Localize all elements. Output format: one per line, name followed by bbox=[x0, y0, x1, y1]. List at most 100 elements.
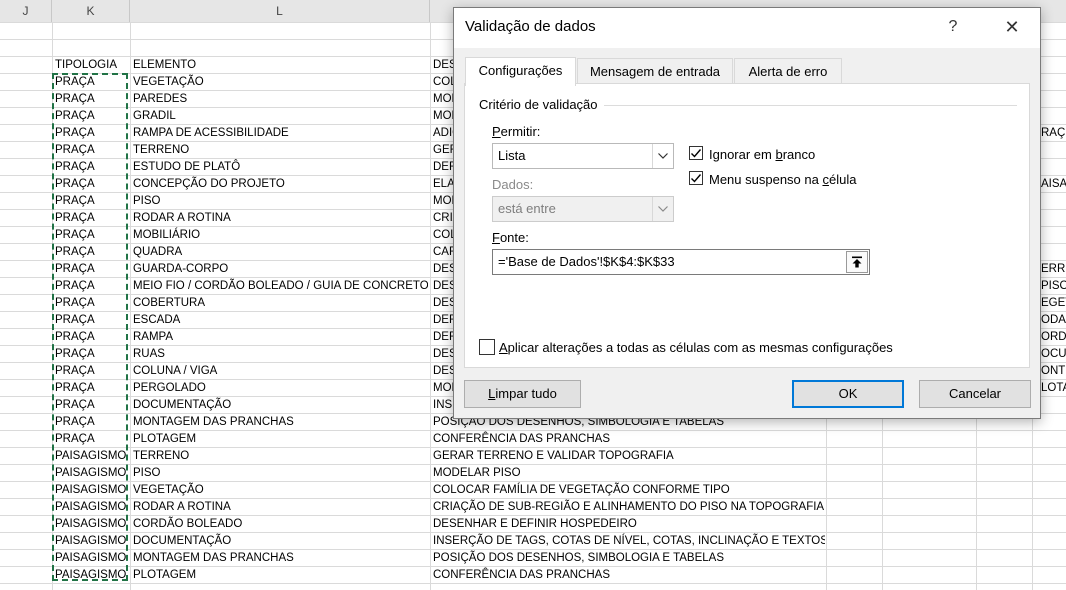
cell-elemento[interactable]: GUARDA-CORPO bbox=[133, 261, 428, 278]
cell-tipologia[interactable]: PRAÇA bbox=[55, 295, 129, 312]
cell-elemento[interactable]: RAMPA DE ACESSIBILIDADE bbox=[133, 125, 428, 142]
cell-elemento[interactable]: VEGETAÇÃO bbox=[133, 74, 428, 91]
cell-elemento[interactable]: RODAR A ROTINA bbox=[133, 499, 428, 516]
cell-tipologia[interactable]: PAISAGISMO bbox=[55, 567, 129, 584]
cell-elemento[interactable]: PISO bbox=[133, 193, 428, 210]
cell-elemento[interactable]: CORDÃO BOLEADO bbox=[133, 516, 428, 533]
cell-tipologia[interactable]: PRAÇA bbox=[55, 431, 129, 448]
cancel-button[interactable]: Cancelar bbox=[919, 380, 1031, 408]
cell-tipologia[interactable]: PRAÇA bbox=[55, 159, 129, 176]
close-button[interactable]: ✕ bbox=[989, 10, 1035, 44]
header-cell-tipologia[interactable]: TIPOLOGIA bbox=[55, 57, 129, 74]
cell-fragment[interactable]: RAÇ bbox=[1041, 125, 1066, 142]
cell-tipologia[interactable]: PRAÇA bbox=[55, 397, 129, 414]
cell-elemento[interactable]: COBERTURA bbox=[133, 295, 428, 312]
in-cell-dropdown-checkbox[interactable] bbox=[689, 171, 703, 185]
cell-fragment[interactable]: ERRE bbox=[1041, 261, 1066, 278]
cell-tipologia[interactable]: PAISAGISMO bbox=[55, 533, 129, 550]
cell-elemento[interactable]: PLOTAGEM bbox=[133, 431, 428, 448]
cell-elemento[interactable]: MEIO FIO / CORDÃO BOLEADO / GUIA DE CONC… bbox=[133, 278, 428, 295]
cell-elemento[interactable]: PISO bbox=[133, 465, 428, 482]
cell-tipologia[interactable]: PRAÇA bbox=[55, 91, 129, 108]
apply-all-label[interactable]: Aplicar alterações a todas as células co… bbox=[499, 340, 893, 355]
cell-tipologia[interactable]: PRAÇA bbox=[55, 142, 129, 159]
cell-elemento[interactable]: MONTAGEM DAS PRANCHAS bbox=[133, 414, 428, 431]
allow-dropdown[interactable]: Lista bbox=[492, 143, 674, 169]
cell-descricao[interactable]: CONFERÊNCIA DAS PRANCHAS bbox=[433, 567, 825, 584]
ok-button[interactable]: OK bbox=[792, 380, 904, 408]
ignore-blank-label[interactable]: Ignorar em branco bbox=[709, 147, 815, 162]
source-input[interactable]: ='Base de Dados'!$K$4:$K$33 bbox=[492, 249, 870, 275]
cell-descricao[interactable]: CONFERÊNCIA DAS PRANCHAS bbox=[433, 431, 825, 448]
apply-all-checkbox[interactable] bbox=[479, 339, 495, 355]
cell-tipologia[interactable]: PAISAGISMO bbox=[55, 550, 129, 567]
cell-descricao[interactable]: INSERÇÃO DE TAGS, COTAS DE NÍVEL, COTAS,… bbox=[433, 533, 825, 550]
cell-descricao[interactable]: DESENHAR E DEFINIR HOSPEDEIRO bbox=[433, 516, 825, 533]
cell-elemento[interactable]: VEGETAÇÃO bbox=[133, 482, 428, 499]
cell-elemento[interactable]: DOCUMENTAÇÃO bbox=[133, 533, 428, 550]
in-cell-dropdown-label[interactable]: Menu suspenso na célula bbox=[709, 172, 856, 187]
cell-tipologia[interactable]: PAISAGISMO bbox=[55, 465, 129, 482]
cell-fragment[interactable]: LOTA bbox=[1041, 380, 1066, 397]
cell-tipologia[interactable]: PRAÇA bbox=[55, 125, 129, 142]
cell-elemento[interactable]: MONTAGEM DAS PRANCHAS bbox=[133, 550, 428, 567]
cell-fragment[interactable]: ORD bbox=[1041, 329, 1066, 346]
cell-tipologia[interactable]: PAISAGISMO bbox=[55, 482, 129, 499]
tab-configuracoes[interactable]: Configurações bbox=[465, 57, 576, 86]
column-header-l[interactable]: L bbox=[130, 0, 430, 22]
cell-elemento[interactable]: MOBILIÁRIO bbox=[133, 227, 428, 244]
cell-elemento[interactable]: TERRENO bbox=[133, 142, 428, 159]
cell-elemento[interactable]: PLOTAGEM bbox=[133, 567, 428, 584]
cell-tipologia[interactable]: PAISAGISMO bbox=[55, 499, 129, 516]
cell-descricao[interactable]: GERAR TERRENO E VALIDAR TOPOGRAFIA bbox=[433, 448, 825, 465]
cell-tipologia[interactable]: PRAÇA bbox=[55, 312, 129, 329]
collapse-dialog-button[interactable] bbox=[846, 251, 868, 273]
cell-tipologia[interactable]: PRAÇA bbox=[55, 193, 129, 210]
cell-descricao[interactable]: CRIAÇÃO DE SUB-REGIÃO E ALINHAMENTO DO P… bbox=[433, 499, 825, 516]
tab-mensagem-de-entrada[interactable]: Mensagem de entrada bbox=[577, 58, 733, 84]
cell-tipologia[interactable]: PRAÇA bbox=[55, 227, 129, 244]
column-header-k[interactable]: K bbox=[52, 0, 130, 22]
cell-elemento[interactable]: PAREDES bbox=[133, 91, 428, 108]
cell-elemento[interactable]: ESCADA bbox=[133, 312, 428, 329]
cell-fragment[interactable]: ODA bbox=[1041, 312, 1066, 329]
chevron-down-icon[interactable] bbox=[652, 144, 673, 168]
cell-elemento[interactable]: PERGOLADO bbox=[133, 380, 428, 397]
dialog-titlebar[interactable]: Validação de dados ? ✕ bbox=[454, 8, 1040, 48]
cell-elemento[interactable]: GRADIL bbox=[133, 108, 428, 125]
cell-tipologia[interactable]: PRAÇA bbox=[55, 363, 129, 380]
cell-elemento[interactable]: COLUNA / VIGA bbox=[133, 363, 428, 380]
cell-tipologia[interactable]: PRAÇA bbox=[55, 176, 129, 193]
cell-tipologia[interactable]: PAISAGISMO bbox=[55, 448, 129, 465]
cell-tipologia[interactable]: PAISAGISMO bbox=[55, 516, 129, 533]
cell-fragment[interactable]: AISA bbox=[1041, 176, 1066, 193]
cell-tipologia[interactable]: PRAÇA bbox=[55, 74, 129, 91]
cell-fragment[interactable]: ONT bbox=[1041, 363, 1066, 380]
cell-tipologia[interactable]: PRAÇA bbox=[55, 414, 129, 431]
cell-fragment[interactable]: PISO bbox=[1041, 278, 1066, 295]
cell-tipologia[interactable]: PRAÇA bbox=[55, 261, 129, 278]
cell-elemento[interactable]: TERRENO bbox=[133, 448, 428, 465]
cell-tipologia[interactable]: PRAÇA bbox=[55, 278, 129, 295]
cell-descricao[interactable]: POSIÇÃO DOS DESENHOS, SIMBOLOGIA E TABEL… bbox=[433, 550, 825, 567]
cell-tipologia[interactable]: PRAÇA bbox=[55, 380, 129, 397]
tab-alerta-de-erro[interactable]: Alerta de erro bbox=[734, 58, 842, 84]
cell-tipologia[interactable]: PRAÇA bbox=[55, 346, 129, 363]
header-cell-elemento[interactable]: ELEMENTO bbox=[133, 57, 428, 74]
cell-elemento[interactable]: ESTUDO DE PLATÔ bbox=[133, 159, 428, 176]
cell-tipologia[interactable]: PRAÇA bbox=[55, 210, 129, 227]
cell-elemento[interactable]: CONCEPÇÃO DO PROJETO bbox=[133, 176, 428, 193]
cell-tipologia[interactable]: PRAÇA bbox=[55, 108, 129, 125]
ignore-blank-checkbox[interactable] bbox=[689, 146, 703, 160]
cell-elemento[interactable]: RAMPA bbox=[133, 329, 428, 346]
clear-all-button[interactable]: Limpar tudo bbox=[464, 380, 581, 408]
cell-descricao[interactable]: MODELAR PISO bbox=[433, 465, 825, 482]
cell-tipologia[interactable]: PRAÇA bbox=[55, 329, 129, 346]
cell-elemento[interactable]: DOCUMENTAÇÃO bbox=[133, 397, 428, 414]
cell-tipologia[interactable]: PRAÇA bbox=[55, 244, 129, 261]
cell-fragment[interactable]: EGET bbox=[1041, 295, 1066, 312]
cell-elemento[interactable]: QUADRA bbox=[133, 244, 428, 261]
cell-fragment[interactable]: OCU bbox=[1041, 346, 1066, 363]
cell-elemento[interactable]: RODAR A ROTINA bbox=[133, 210, 428, 227]
help-button[interactable]: ? bbox=[942, 14, 964, 40]
